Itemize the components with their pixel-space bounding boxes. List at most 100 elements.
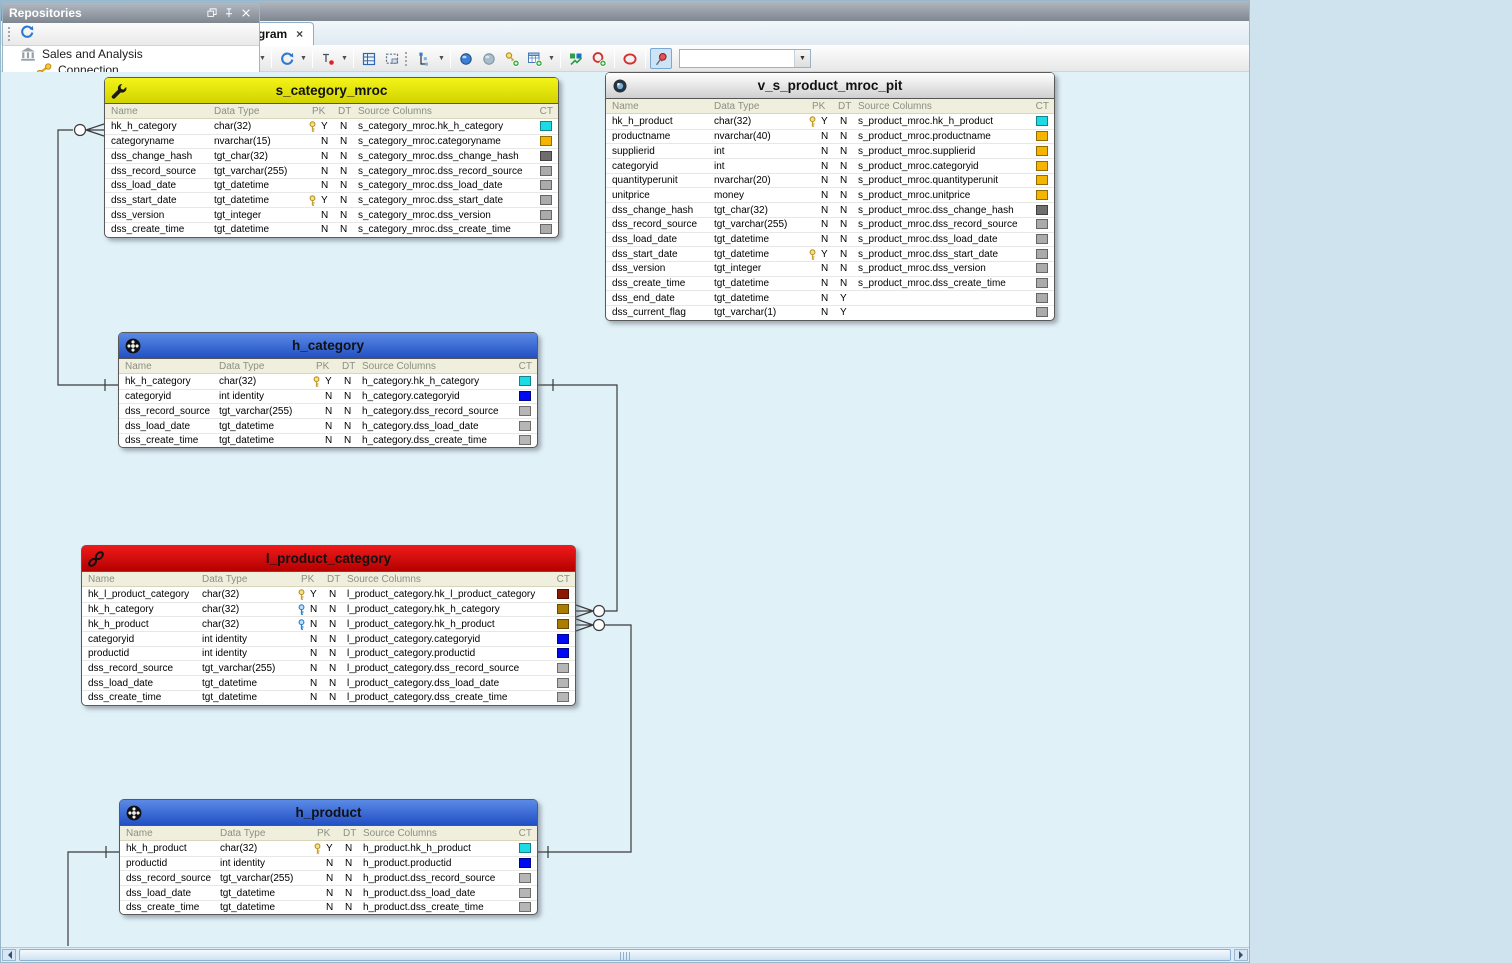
attribute-row-dss_load_date[interactable]: dss_load_datetgt_datetimeNNs_product_mro… — [606, 232, 1054, 247]
attribute-row-hk_h_product[interactable]: hk_h_productchar(32)YNs_product_mroc.hk_… — [606, 114, 1054, 129]
attribute-source: s_category_mroc.dss_change_hash — [358, 151, 519, 162]
float-window-icon[interactable] — [205, 6, 219, 20]
attribute-datatype: nvarchar(20) — [714, 175, 771, 186]
attribute-row-hk_h_category[interactable]: hk_h_categorychar(32)YNh_category.hk_h_c… — [119, 374, 537, 389]
attribute-row-quantityperunit[interactable]: quantityperunitnvarchar(20)NNs_product_m… — [606, 173, 1054, 188]
dt-flag: N — [840, 175, 847, 186]
marquee-select-button[interactable] — [381, 48, 403, 69]
attribute-row-dss_change_hash[interactable]: dss_change_hashtgt_char(32)NNs_category_… — [105, 148, 558, 163]
attribute-row-dss_create_time[interactable]: dss_create_timetgt_datetimeNNs_product_m… — [606, 276, 1054, 291]
entity-header[interactable]: h_product — [120, 800, 537, 826]
attribute-row-dss_create_time[interactable]: dss_create_timetgt_datetimeNNl_product_c… — [82, 690, 575, 705]
workspace-hscrollbar[interactable] — [1, 947, 1249, 962]
dt-flag: N — [340, 151, 347, 162]
attribute-row-hk_l_product_category[interactable]: hk_l_product_categorychar(32)YNl_product… — [82, 587, 575, 602]
connector-style-button[interactable] — [317, 48, 339, 69]
dropdown-caret-icon[interactable]: ▼ — [437, 48, 446, 69]
attribute-row-categoryname[interactable]: categorynamenvarchar(15)NNs_category_mro… — [105, 134, 558, 149]
attribute-row-unitprice[interactable]: unitpricemoneyNNs_product_mroc.unitprice — [606, 187, 1054, 202]
refresh-button[interactable] — [16, 24, 38, 45]
attribute-row-dss_load_date[interactable]: dss_load_datetgt_datetimeNNs_category_mr… — [105, 178, 558, 193]
attribute-row-dss_start_date[interactable]: dss_start_datetgt_datetimeYNs_product_mr… — [606, 246, 1054, 261]
attribute-row-dss_version[interactable]: dss_versiontgt_integerNNs_product_mroc.d… — [606, 261, 1054, 276]
attribute-row-dss_current_flag[interactable]: dss_current_flagtgt_varchar(1)NY — [606, 305, 1054, 320]
repositories-panel-title: Repositories — [9, 3, 205, 23]
attribute-datatype: char(32) — [202, 604, 239, 615]
ct-color-swatch — [1036, 175, 1048, 185]
grid-view-button[interactable] — [358, 48, 380, 69]
lens-button[interactable] — [455, 48, 477, 69]
attribute-row-categoryid[interactable]: categoryidintNNs_product_mroc.categoryid — [606, 158, 1054, 173]
ct-color-swatch — [557, 604, 569, 614]
attribute-row-dss_record_source[interactable]: dss_record_sourcetgt_varchar(255)NNh_pro… — [120, 870, 537, 885]
toolbar-grip[interactable] — [7, 26, 12, 42]
entity-header[interactable]: h_category — [119, 333, 537, 359]
dropdown-caret-icon[interactable]: ▼ — [299, 48, 308, 69]
add-table-button[interactable] — [524, 48, 546, 69]
attribute-row-dss_create_time[interactable]: dss_create_timetgt_datetimeNNh_product.d… — [120, 900, 537, 915]
entity-table-v_s_product_mroc_pit[interactable]: v_s_product_mroc_pitNameData TypePKDTSou… — [605, 72, 1055, 321]
dt-flag: N — [840, 205, 847, 216]
attribute-row-hk_h_product[interactable]: hk_h_productchar(32)NNl_product_category… — [82, 616, 575, 631]
refresh-button[interactable] — [276, 48, 298, 69]
pin-window-icon[interactable] — [222, 6, 236, 20]
dropdown-caret-icon[interactable]: ▼ — [340, 48, 349, 69]
attribute-name: productid — [88, 648, 129, 659]
add-key-button[interactable] — [501, 48, 523, 69]
pushpin-button[interactable] — [650, 48, 672, 69]
attribute-source: s_product_mroc.dss_version — [858, 263, 986, 274]
column-header: DT — [838, 101, 851, 112]
entity-table-s_category_mroc[interactable]: s_category_mrocNameData TypePKDTSource C… — [104, 77, 559, 238]
dropdown-caret-icon[interactable]: ▼ — [547, 48, 556, 69]
ct-color-swatch — [519, 421, 531, 431]
attribute-row-dss_create_time[interactable]: dss_create_timetgt_datetimeNNs_category_… — [105, 222, 558, 237]
entity-header[interactable]: s_category_mroc — [105, 78, 558, 104]
attribute-source: s_product_mroc.unitprice — [858, 190, 970, 201]
attribute-row-dss_version[interactable]: dss_versiontgt_integerNNs_category_mroc.… — [105, 207, 558, 222]
attribute-datatype: char(32) — [202, 589, 239, 600]
entity-header[interactable]: v_s_product_mroc_pit — [606, 73, 1054, 99]
entity-table-l_product_category[interactable]: l_product_categoryNameData TypePKDTSourc… — [81, 545, 576, 706]
diagram-canvas[interactable]: s_category_mrocNameData TypePKDTSource C… — [1, 72, 1249, 947]
entity-header[interactable]: l_product_category — [82, 546, 575, 572]
attribute-row-dss_record_source[interactable]: dss_record_sourcetgt_varchar(255)NNl_pro… — [82, 660, 575, 675]
hierarchy-layout-button[interactable] — [414, 48, 436, 69]
attribute-name: categoryid — [612, 161, 658, 172]
attribute-row-productid[interactable]: productidint identityNNh_product.product… — [120, 856, 537, 871]
attribute-row-dss_load_date[interactable]: dss_load_datetgt_datetimeNNh_category.ds… — [119, 418, 537, 433]
scroll-left-arrow[interactable] — [2, 949, 16, 961]
tree-item-sales-and-analysis[interactable]: Sales and Analysis — [3, 46, 259, 62]
scroll-right-arrow[interactable] — [1234, 949, 1248, 961]
attribute-row-dss_record_source[interactable]: dss_record_sourcetgt_varchar(255)NNs_pro… — [606, 217, 1054, 232]
attribute-row-hk_h_category[interactable]: hk_h_categorychar(32)YNs_category_mroc.h… — [105, 119, 558, 134]
toolbar-combobox[interactable]: ▼ — [679, 49, 811, 68]
attribute-row-dss_load_date[interactable]: dss_load_datetgt_datetimeNNl_product_cat… — [82, 675, 575, 690]
attribute-row-dss_start_date[interactable]: dss_start_datetgt_datetimeYNs_category_m… — [105, 192, 558, 207]
attribute-row-hk_h_product[interactable]: hk_h_productchar(32)YNh_product.hk_h_pro… — [120, 841, 537, 856]
add-circle-button[interactable] — [588, 48, 610, 69]
toolbar-grip[interactable] — [404, 51, 409, 67]
combobox-caret-icon[interactable]: ▼ — [794, 50, 810, 67]
attribute-row-categoryid[interactable]: categoryidint identityNNh_category.categ… — [119, 389, 537, 404]
attribute-row-dss_change_hash[interactable]: dss_change_hashtgt_char(32)NNs_product_m… — [606, 202, 1054, 217]
attribute-row-supplierid[interactable]: supplieridintNNs_product_mroc.supplierid — [606, 143, 1054, 158]
attribute-row-hk_h_category[interactable]: hk_h_categorychar(32)NNl_product_categor… — [82, 602, 575, 617]
attribute-row-dss_create_time[interactable]: dss_create_timetgt_datetimeNNh_category.… — [119, 433, 537, 448]
attribute-row-dss_record_source[interactable]: dss_record_sourcetgt_varchar(255)NNh_cat… — [119, 403, 537, 418]
attribute-datatype: int — [714, 161, 725, 172]
tab-close-icon[interactable]: × — [292, 27, 303, 41]
entity-table-h_category[interactable]: h_categoryNameData TypePKDTSource Column… — [118, 332, 538, 448]
model-validate-button[interactable] — [565, 48, 587, 69]
sphere-button[interactable] — [478, 48, 500, 69]
attribute-row-dss_load_date[interactable]: dss_load_datetgt_datetimeNNh_product.dss… — [120, 885, 537, 900]
ellipse-tool-button[interactable] — [619, 48, 641, 69]
entity-table-h_product[interactable]: h_productNameData TypePKDTSource Columns… — [119, 799, 538, 915]
combobox-value — [680, 50, 794, 67]
attribute-row-productname[interactable]: productnamenvarchar(40)NNs_product_mroc.… — [606, 129, 1054, 144]
attribute-row-dss_record_source[interactable]: dss_record_sourcetgt_varchar(255)NNs_cat… — [105, 163, 558, 178]
attribute-row-productid[interactable]: productidint identityNNl_product_categor… — [82, 646, 575, 661]
close-panel-icon[interactable] — [239, 6, 253, 20]
attribute-row-categoryid[interactable]: categoryidint identityNNl_product_catego… — [82, 631, 575, 646]
scrollbar-thumb[interactable] — [19, 949, 1231, 961]
attribute-row-dss_end_date[interactable]: dss_end_datetgt_datetimeNY — [606, 290, 1054, 305]
